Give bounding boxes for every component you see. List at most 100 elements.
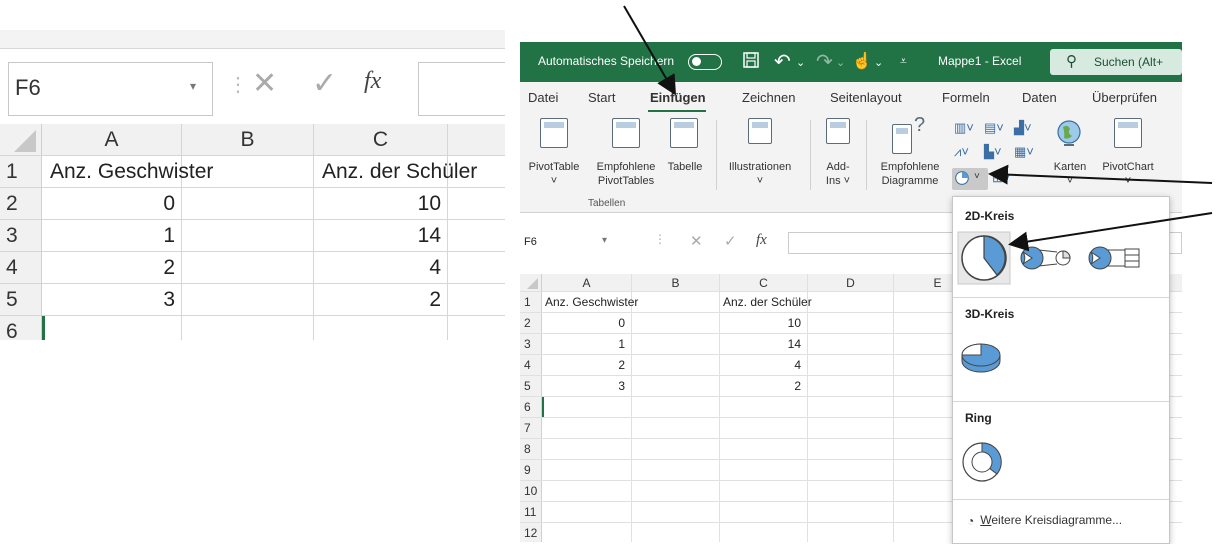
scatter-chart-icon[interactable]: ⊞˅ [992, 170, 1010, 186]
cell-b[interactable] [632, 523, 720, 542]
globe-icon[interactable] [1054, 118, 1084, 148]
row-header[interactable]: 3 [520, 334, 542, 354]
select-all-corner[interactable] [0, 124, 42, 155]
row-header[interactable]: 4 [0, 252, 42, 283]
addins-icon[interactable] [826, 118, 850, 144]
cell-b[interactable] [632, 334, 720, 354]
chevron-down-icon[interactable]: ⌄ [796, 56, 805, 69]
hierarchy-chart-icon[interactable]: ▤˅ [984, 120, 1004, 136]
pivot-table-button[interactable]: PivotTable [526, 160, 582, 174]
cell-d[interactable] [808, 355, 894, 375]
column-header-b[interactable]: B [182, 124, 314, 155]
combo-chart-icon[interactable]: ▦˅ [1014, 144, 1034, 160]
row-header[interactable]: 8 [520, 439, 542, 459]
cell-b[interactable] [632, 397, 720, 417]
cell-d[interactable] [808, 292, 894, 312]
row-header[interactable]: 5 [520, 376, 542, 396]
row-header[interactable]: 4 [520, 355, 542, 375]
recommended-pivot-icon[interactable] [612, 118, 640, 148]
cell-a[interactable]: 2 [542, 355, 632, 375]
cell-c[interactable] [314, 316, 448, 340]
cell-b[interactable] [632, 418, 720, 438]
tab-einfuegen[interactable]: Einfügen [650, 90, 706, 105]
cell-a[interactable] [542, 418, 632, 438]
tab-start[interactable]: Start [588, 90, 615, 105]
row-header[interactable]: 11 [520, 502, 542, 522]
undo-icon[interactable]: ↶ [774, 49, 791, 74]
cell-d[interactable] [808, 418, 894, 438]
drag-handle-icon[interactable]: ⋮ [654, 232, 666, 246]
cell-c[interactable]: Anz. der Schüler [720, 292, 812, 312]
cell-d[interactable] [808, 481, 894, 501]
cell-b[interactable] [182, 220, 314, 251]
row-header[interactable]: 7 [520, 418, 542, 438]
maps-button[interactable]: Karten [1048, 160, 1092, 174]
row-header[interactable]: 1 [520, 292, 542, 312]
chevron-down-icon[interactable]: ▾ [190, 79, 196, 93]
row-header[interactable]: 6 [520, 397, 542, 417]
cell-d[interactable] [808, 439, 894, 459]
tab-zeichnen[interactable]: Zeichnen [742, 90, 795, 105]
column-header-c[interactable]: C [314, 124, 448, 155]
cell-c[interactable] [720, 418, 808, 438]
cell-a[interactable] [42, 316, 182, 340]
doughnut-option[interactable] [959, 439, 1005, 485]
cell-b[interactable] [632, 292, 720, 312]
cell-a[interactable]: 1 [42, 220, 182, 251]
touch-mode-icon[interactable]: ☝ [852, 51, 872, 71]
cell-b[interactable] [632, 460, 720, 480]
confirm-edit-icon[interactable]: ✓ [312, 66, 337, 101]
pivot-chart-icon[interactable] [1114, 118, 1142, 148]
insert-function-icon[interactable]: fx [364, 68, 381, 95]
cell-a[interactable]: 0 [542, 313, 632, 333]
row-header[interactable]: 3 [0, 220, 42, 251]
insert-function-icon[interactable]: fx [756, 232, 767, 249]
chevron-down-icon[interactable]: ˅ [1096, 174, 1160, 188]
redo-icon[interactable]: ↷ [816, 49, 833, 74]
column-header-c[interactable]: C [720, 274, 808, 291]
cell-a[interactable] [542, 397, 632, 417]
tab-seitenlayout[interactable]: Seitenlayout [830, 90, 902, 105]
table-button[interactable]: Tabelle [662, 160, 708, 174]
cell-b[interactable] [182, 284, 314, 315]
cell-b[interactable] [182, 316, 314, 340]
illustrations-button[interactable]: Illustrationen [720, 160, 800, 174]
search-input[interactable]: ⚲ Suchen (Alt+ [1050, 49, 1182, 75]
save-icon[interactable] [742, 51, 760, 74]
cell-d[interactable] [808, 313, 894, 333]
row-header[interactable]: 9 [520, 460, 542, 480]
pivot-table-icon[interactable] [540, 118, 568, 148]
cell-c[interactable]: 14 [314, 220, 448, 251]
chevron-down-icon[interactable]: ˅ [1048, 174, 1092, 188]
cell-a[interactable] [542, 439, 632, 459]
waterfall-chart-icon[interactable]: ▟˅ [1014, 120, 1032, 136]
cell-b[interactable] [632, 439, 720, 459]
cell-b[interactable] [182, 156, 314, 187]
name-box[interactable]: F6 ▾ [522, 232, 632, 254]
cell-d[interactable] [808, 523, 894, 542]
row-header[interactable]: 2 [0, 188, 42, 219]
column-chart-icon[interactable]: ▥˅ [954, 120, 974, 136]
recommended-pivot-button[interactable]: Empfohlene [584, 160, 668, 174]
cell-b[interactable] [632, 313, 720, 333]
pie-of-pie-option[interactable] [1019, 245, 1075, 271]
pie-3d-option[interactable] [959, 337, 1003, 377]
cell-c[interactable]: 2 [314, 284, 448, 315]
cancel-edit-icon[interactable]: ✕ [252, 66, 277, 101]
cell-c[interactable]: 4 [720, 355, 808, 375]
row-header[interactable]: 12 [520, 523, 542, 542]
cell-a[interactable]: Anz. Geschwister [542, 292, 638, 312]
pie-chart-option[interactable] [957, 231, 1011, 285]
cell-d[interactable] [808, 376, 894, 396]
tab-ueberpruefen[interactable]: Überprüfen [1092, 90, 1157, 105]
cell-c[interactable]: 2 [720, 376, 808, 396]
cell-c[interactable]: 14 [720, 334, 808, 354]
cell-a[interactable]: 1 [542, 334, 632, 354]
cell-d[interactable] [808, 334, 894, 354]
cell-c[interactable]: Anz. der Schüler [314, 156, 477, 187]
cell-a[interactable]: Anz. Geschwister [42, 156, 213, 187]
cell-a[interactable] [542, 481, 632, 501]
cell-c[interactable]: 10 [314, 188, 448, 219]
chevron-down-icon[interactable]: ▾ [602, 235, 607, 246]
row-header[interactable]: 2 [520, 313, 542, 333]
